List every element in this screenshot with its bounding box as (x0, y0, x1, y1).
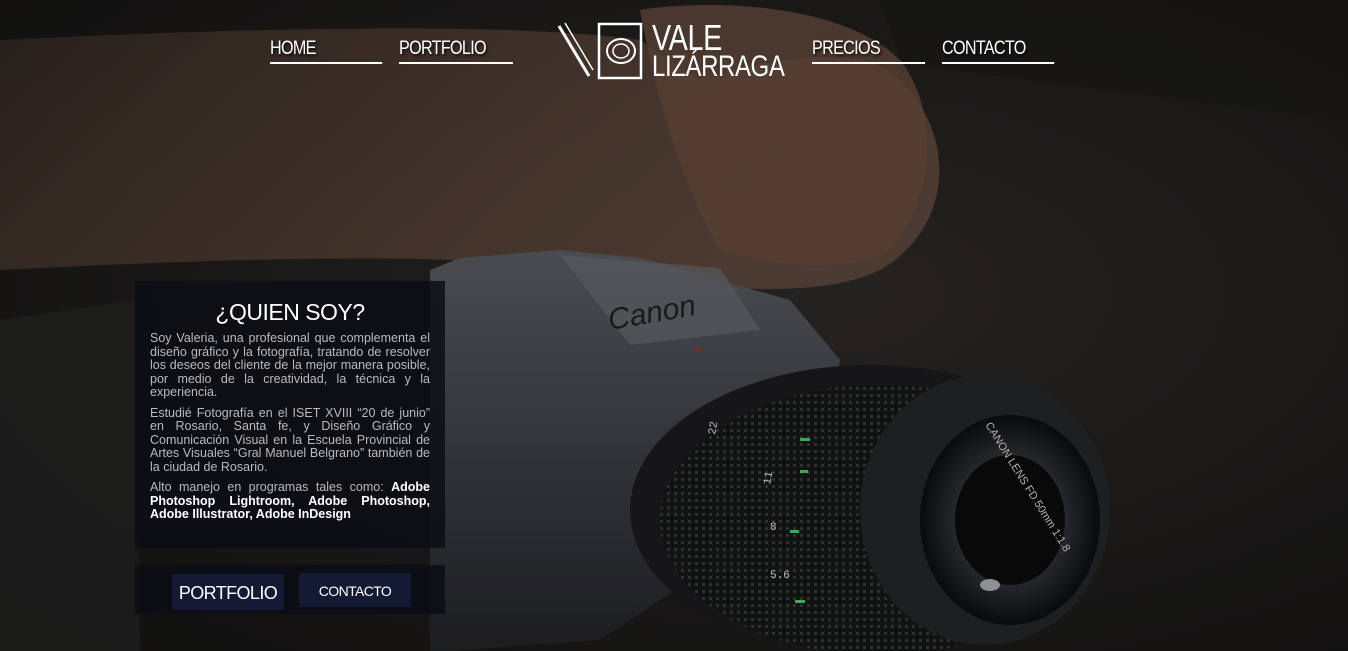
about-paragraph-skills: Alto manejo en programas tales como: Ado… (150, 480, 430, 522)
nav-home[interactable]: HOME (270, 36, 383, 64)
nav-contacto[interactable]: CONTACTO (942, 36, 1055, 64)
nav-portfolio[interactable]: PORTFOLIO (399, 36, 513, 64)
about-panel: ¿QUIEN SOY? Soy Valeria, una profesional… (135, 281, 445, 548)
about-paragraph-intro: Soy Valeria, una profesional que complem… (150, 331, 430, 399)
site-logo[interactable]: VALE LIZÁRRAGA (555, 18, 785, 82)
about-paragraph-education: Estudié Fotografía en el ISET XVIII “20 … (150, 405, 430, 474)
cta-bar: PORTFOLIO CONTACTO (135, 565, 445, 614)
skills-prefix: Alto manejo en programas tales como: (150, 480, 392, 494)
logo-name-last: LIZÁRRAGA (652, 50, 785, 83)
pencil-camera-icon (557, 22, 643, 80)
portfolio-button[interactable]: PORTFOLIO (172, 574, 284, 610)
nav-precios[interactable]: PRECIOS (812, 36, 926, 64)
about-title: ¿QUIEN SOY? (215, 299, 365, 325)
contacto-button[interactable]: CONTACTO (299, 573, 411, 607)
